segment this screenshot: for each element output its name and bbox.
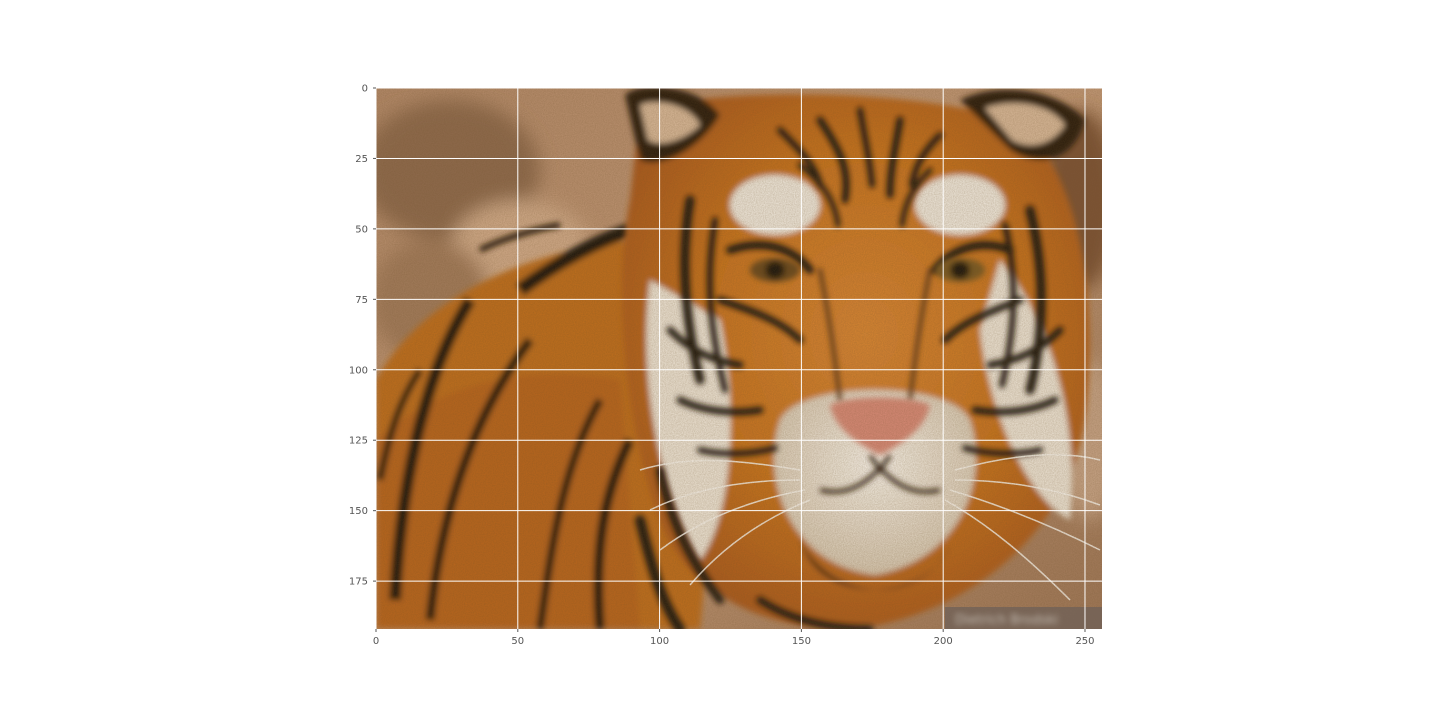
y-tick-label: 25 xyxy=(355,154,368,165)
y-tick-label: 175 xyxy=(349,577,368,588)
tiger-image: Dietrich Brodski xyxy=(376,88,1102,629)
x-tick-label: 150 xyxy=(792,636,811,647)
y-tick-label: 75 xyxy=(355,295,368,306)
x-tick-label: 200 xyxy=(934,636,953,647)
y-tick-label: 150 xyxy=(349,506,368,517)
x-axis: 0 50 100 150 200 250 xyxy=(373,629,1095,647)
figure: Dietrich Brodski 0 50 100 150 200 250 0 25 50 75… xyxy=(349,84,1102,647)
y-tick-label: 100 xyxy=(349,365,368,376)
y-tick-label: 50 xyxy=(355,224,368,235)
y-tick-label: 0 xyxy=(362,84,368,95)
x-tick-label: 50 xyxy=(511,636,524,647)
y-tick-label: 125 xyxy=(349,436,368,447)
x-tick-label: 100 xyxy=(650,636,669,647)
x-tick-label: 250 xyxy=(1075,636,1094,647)
watermark-text: Dietrich Brodski xyxy=(955,613,1058,628)
x-tick-label: 0 xyxy=(373,636,379,647)
y-axis: 0 25 50 75 100 125 150 175 xyxy=(349,84,376,588)
